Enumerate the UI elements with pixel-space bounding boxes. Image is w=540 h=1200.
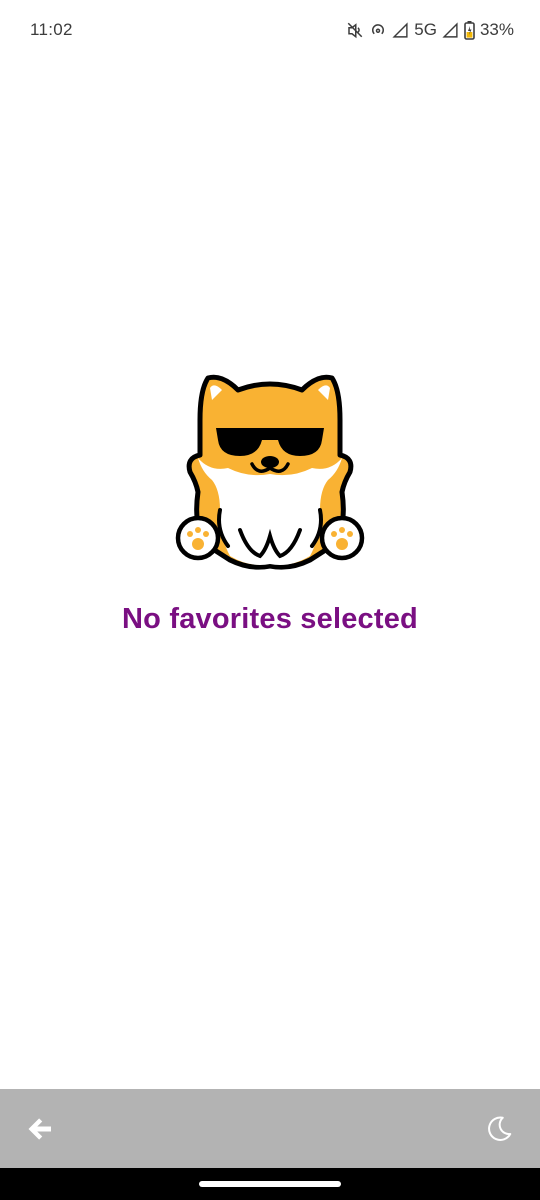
empty-state: No favorites selected (0, 360, 540, 636)
shiba-sunglasses-mascot (175, 374, 365, 570)
network-label: 5G (414, 20, 437, 39)
back-button[interactable] (24, 1112, 58, 1146)
bottom-toolbar (0, 1089, 540, 1168)
hotspot-icon (369, 21, 387, 39)
mute-icon (346, 21, 364, 39)
signal-icon (392, 21, 409, 39)
battery-icon (464, 20, 475, 40)
back-arrow-icon (28, 1117, 51, 1140)
battery-label: 33% (479, 20, 514, 39)
moon-icon (488, 1115, 512, 1141)
dark-mode-toggle[interactable] (482, 1112, 516, 1146)
status-bar: 11:02 5G 33% (0, 0, 540, 60)
home-indicator[interactable] (199, 1181, 341, 1187)
system-nav-bar (0, 1168, 540, 1200)
status-time: 11:02 (30, 20, 73, 39)
signal-icon-2 (442, 21, 459, 39)
status-icons: 5G 33% (346, 20, 514, 40)
empty-message: No favorites selected (122, 603, 418, 635)
